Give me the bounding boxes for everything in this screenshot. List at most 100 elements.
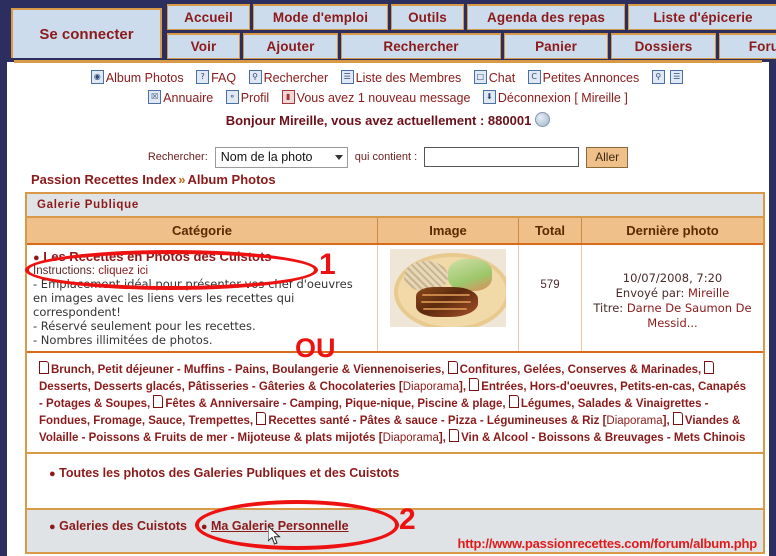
last-photo-sender-link[interactable]: Mireille <box>688 286 729 300</box>
catlink-vin[interactable]: Vin & Alcool - Boissons & Breuvages - Me… <box>461 432 745 444</box>
link-rechercher[interactable]: ⚲ Rechercher <box>248 70 329 85</box>
link-chat[interactable]: □ Chat <box>473 70 516 85</box>
link-deconnexion[interactable]: ⬇ Déconnexion [ Mireille ] <box>482 90 628 105</box>
grill-mark <box>421 301 471 303</box>
link-profil[interactable]: ⚬ Profil <box>225 90 269 105</box>
last-photo-thumbnail[interactable] <box>390 249 506 327</box>
link-faq[interactable]: ? FAQ <box>196 70 236 85</box>
points-icon <box>535 112 551 127</box>
page-icon <box>449 429 460 442</box>
tab-ajouter[interactable]: Ajouter <box>243 33 338 59</box>
link-liste-des-membres[interactable]: ☰ Liste des Membres <box>340 70 462 85</box>
tab-se-connecter[interactable]: Se connecter <box>11 8 162 58</box>
tab-accueil[interactable]: Accueil <box>167 4 250 30</box>
tab-forum[interactable]: Forum <box>719 33 776 59</box>
link-petites-annonces-label: Petites Annonces <box>542 71 640 85</box>
personal-gallery-link[interactable]: Ma Galerie Personnelle <box>211 519 349 533</box>
link-album-photos-label: Album Photos <box>105 71 184 85</box>
table-row: ● Les Recettes en Photos des Cuistots In… <box>27 244 763 351</box>
tab-agenda-des-repas[interactable]: Agenda des repas <box>467 4 625 30</box>
cell-categorie: ● Les Recettes en Photos des Cuistots In… <box>27 244 378 351</box>
tab-mode-emploi[interactable]: Mode d'emploi <box>253 4 388 30</box>
table-header-row: Catégorie Image Total Dernière photo <box>27 218 763 245</box>
grill-mark <box>423 308 467 310</box>
catlink-recettes-sante[interactable]: Recettes santé - Pâtes & sauce - Pizza -… <box>268 415 599 427</box>
utility-link-bar-1: ◉ Album Photos ? FAQ ⚲ Rechercher ☰ Liste de… <box>14 70 762 89</box>
link-nouveau-message[interactable]: ▮ Vous avez 1 nouveau message <box>281 90 471 105</box>
tab-row-primary: Accueil Mode d'emploi Outils Agenda des … <box>167 4 776 30</box>
category-link[interactable]: ● Les Recettes en Photos des Cuistots <box>33 249 371 264</box>
link-petites-annonces[interactable]: C Petites Annonces <box>527 70 640 85</box>
diaporama-link-desserts[interactable]: Diaporama <box>403 381 459 393</box>
desc-line-4: - Réservé seulement pour les recettes. <box>33 319 256 333</box>
nav-bottom-rule <box>14 60 762 63</box>
tab-dossiers[interactable]: Dossiers <box>611 33 716 59</box>
search-icon-trailing[interactable]: ⚲ <box>651 70 665 84</box>
tab-outils[interactable]: Outils <box>391 4 464 30</box>
tab-panier[interactable]: Panier <box>504 33 608 59</box>
tab-voir[interactable]: Voir <box>167 33 240 59</box>
new-message-icon: ▮ <box>281 90 295 104</box>
logout-icon: ⬇ <box>482 90 496 104</box>
question-icon: ? <box>196 70 210 84</box>
cell-image <box>377 244 519 351</box>
member-list-icon: ☰ <box>340 70 354 84</box>
list-icon-trailing[interactable]: ☰ <box>670 70 684 84</box>
catlink-brunch[interactable]: Brunch, Petit déjeuner - Muffins - Pains… <box>51 364 441 376</box>
tab-rechercher[interactable]: Rechercher <box>341 33 501 59</box>
photo-search-bar: Rechercher: Nom de la photo qui contient… <box>14 145 762 169</box>
link-annuaire-label: Annuaire <box>163 91 214 105</box>
link-chat-label: Chat <box>488 71 516 85</box>
bullet-icon: ● <box>49 468 56 480</box>
page-root: Se connecter Accueil Mode d'emploi Outil… <box>0 0 776 556</box>
page-icon <box>469 378 480 391</box>
profile-icon: ⚬ <box>225 90 239 104</box>
col-header-total: Total <box>518 218 582 245</box>
all-photos-link[interactable]: Toutes les photos des Galeries Publiques… <box>59 466 399 480</box>
page-icon <box>508 395 519 408</box>
link-annuaire[interactable]: ☒ Annuaire <box>148 90 214 105</box>
greeting-text: Bonjour Mireille, vous avez actuellement… <box>225 113 532 128</box>
catlink-confitures[interactable]: Confitures, Gelées, Conserves & Marinade… <box>460 364 698 376</box>
catlink-sep: , <box>441 364 445 376</box>
gallery-section-title: Galerie Publique <box>27 194 763 218</box>
tab-liste-epicerie[interactable]: Liste d'épicerie <box>628 4 776 30</box>
link-nouveau-message-label: Vous avez 1 nouveau message <box>296 91 471 105</box>
link-liste-des-membres-label: Liste des Membres <box>355 71 462 85</box>
catlink-sep: , <box>147 398 151 410</box>
last-photo-title-link[interactable]: Darne De Saumon De Messid... <box>627 301 752 330</box>
category-link-label: Les Recettes en Photos des Cuistots <box>43 249 272 264</box>
link-rechercher-label: Rechercher <box>263 71 329 85</box>
search-input[interactable] <box>424 147 580 167</box>
last-photo-sender-label: Envoyé par: <box>615 286 685 300</box>
diaporama-link-sante[interactable]: Diaporama <box>606 415 662 427</box>
total-count: 579 <box>540 279 560 291</box>
tab-row-secondary: Voir Ajouter Rechercher Panier Dossiers … <box>167 33 776 59</box>
catlink-fetes[interactable]: Fêtes & Anniversaire - Camping, Pique-ni… <box>165 398 502 410</box>
link-album-photos[interactable]: ◉ Album Photos <box>90 70 184 85</box>
instructions-link[interactable]: cliquez ici <box>98 265 148 277</box>
meat-shape <box>416 287 478 317</box>
go-button[interactable]: Aller <box>586 146 629 168</box>
instructions-label: Instructions: <box>33 265 95 277</box>
category-links-block: Brunch, Petit déjeuner - Muffins - Pains… <box>27 351 763 452</box>
desc-line-3: correspondent! <box>33 305 121 319</box>
last-photo-sender-line: Envoyé par: Mireille <box>588 286 757 301</box>
classified-ads-icon: C <box>527 70 541 84</box>
diaporama-link-viandes[interactable]: Diaporama <box>383 432 439 444</box>
breadcrumb-current: Album Photos <box>187 172 276 187</box>
col-header-categorie: Catégorie <box>27 218 378 245</box>
catlink-sep: , <box>502 398 506 410</box>
contains-label: qui contient : <box>354 151 418 163</box>
top-navigation: Se connecter Accueil Mode d'emploi Outil… <box>7 0 776 62</box>
desc-line-2: en images avec les liens vers les recett… <box>33 291 295 305</box>
last-photo-title-line: Titre: Darne De Saumon De Messid... <box>588 301 757 331</box>
all-photos-row: ● Toutes les photos des Galeries Publiqu… <box>27 452 763 508</box>
search-field-select[interactable]: Nom de la photo <box>214 146 348 168</box>
breadcrumb-root[interactable]: Passion Recettes Index <box>31 172 176 187</box>
page-icon <box>256 412 267 425</box>
col-header-derniere-photo: Dernière photo <box>581 218 763 245</box>
gallery-table: Catégorie Image Total Dernière photo ● L… <box>27 218 763 351</box>
photo-album-icon: ◉ <box>90 70 104 84</box>
catlink-desserts[interactable]: Desserts, Desserts glacés, Pâtisseries -… <box>39 381 396 393</box>
